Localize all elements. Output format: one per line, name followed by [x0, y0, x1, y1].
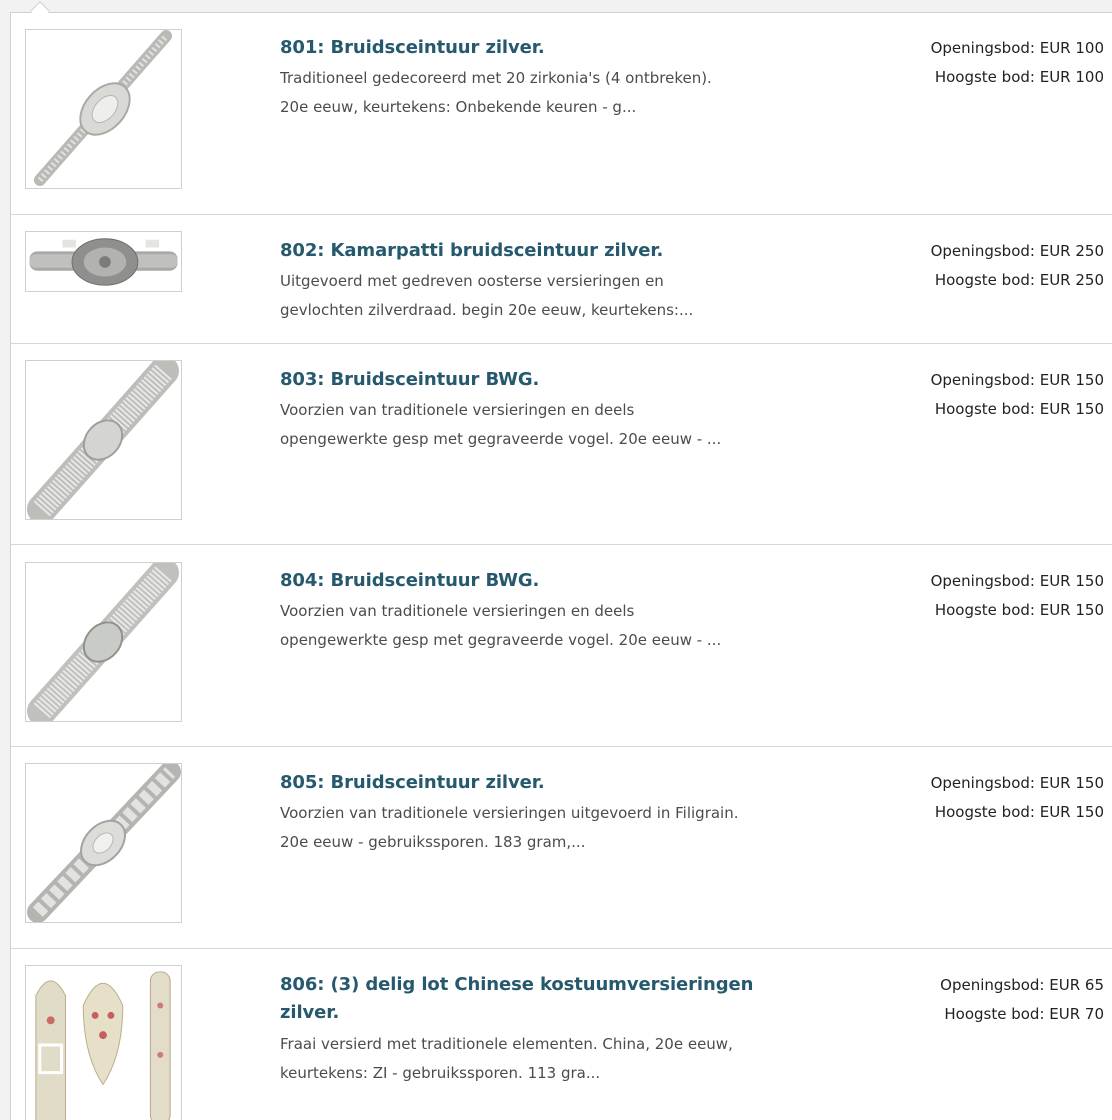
highest-bid: Hoogste bod: EUR 250 — [934, 271, 1104, 289]
lot-item[interactable]: 801: Bruidsceintuur zilver. Traditioneel… — [10, 12, 1112, 215]
opening-bid: Openingsbod: EUR 150 — [930, 774, 1104, 792]
opening-bid: Openingsbod: EUR 65 — [940, 976, 1104, 994]
lot-thumbnail[interactable] — [25, 231, 182, 292]
lot-title[interactable]: 802: Kamarpatti bruidsceintuur zilver. — [280, 237, 800, 265]
lot-item[interactable]: 806: (3) delig lot Chinese kostuumversie… — [10, 949, 1112, 1120]
lot-description: Voorzien van traditionele versieringen u… — [280, 799, 840, 857]
belt-image — [26, 563, 180, 721]
lot-description-line: keurtekens: ZI - gebruikssporen. 113 gra… — [280, 1064, 601, 1082]
lot-thumbnail[interactable] — [25, 360, 182, 520]
lot-description: Voorzien van traditionele versieringen e… — [280, 396, 840, 454]
lot-item[interactable]: 802: Kamarpatti bruidsceintuur zilver. U… — [10, 215, 1112, 344]
belt-image — [33, 30, 173, 187]
lot-description-line: Voorzien van traditionele versieringen u… — [280, 804, 739, 822]
lot-title[interactable]: 805: Bruidsceintuur zilver. — [280, 769, 800, 797]
lot-description-line: opengewerkte gesp met gegraveerde vogel.… — [280, 631, 722, 649]
lot-description: Uitgevoerd met gedreven oosterse versier… — [280, 267, 840, 325]
lot-title[interactable]: 804: Bruidsceintuur BWG. — [280, 567, 800, 595]
highest-bid: Hoogste bod: EUR 70 — [944, 1005, 1104, 1023]
opening-bid: Openingsbod: EUR 150 — [930, 572, 1104, 590]
highest-bid: Hoogste bod: EUR 150 — [934, 601, 1104, 619]
lot-description-line: opengewerkte gesp met gegraveerde vogel.… — [280, 430, 722, 448]
lot-bids: Openingsbod: EUR 250 Hoogste bod: EUR 25… — [931, 237, 1104, 295]
lot-bids: Openingsbod: EUR 150 Hoogste bod: EUR 15… — [931, 769, 1104, 827]
belt-image — [26, 764, 181, 922]
opening-bid: Openingsbod: EUR 150 — [930, 371, 1104, 389]
opening-bid: Openingsbod: EUR 100 — [930, 39, 1104, 57]
lot-item[interactable]: 804: Bruidsceintuur BWG. Voorzien van tr… — [10, 545, 1112, 747]
opening-bid: Openingsbod: EUR 250 — [930, 242, 1104, 260]
lot-description-line: Fraai versierd met traditionele elemente… — [280, 1035, 733, 1053]
highest-bid: Hoogste bod: EUR 150 — [934, 803, 1104, 821]
lot-description: Traditioneel gedecoreerd met 20 zirkonia… — [280, 64, 840, 122]
lot-description-line: Voorzien van traditionele versieringen e… — [280, 602, 635, 620]
lot-description-line: Voorzien van traditionele versieringen e… — [280, 401, 635, 419]
lot-title[interactable]: 803: Bruidsceintuur BWG. — [280, 366, 800, 394]
belt-image — [29, 238, 178, 286]
lot-description-line: 20e eeuw, keurtekens: Onbekende keuren -… — [280, 98, 637, 116]
lot-bids: Openingsbod: EUR 65 Hoogste bod: EUR 70 — [940, 971, 1104, 1029]
lot-description-line: 20e eeuw - gebruikssporen. 183 gram,... — [280, 833, 586, 851]
lot-thumbnail[interactable] — [25, 965, 182, 1120]
lot-description-line: gevlochten zilverdraad. begin 20e eeuw, … — [280, 301, 694, 319]
lot-bids: Openingsbod: EUR 100 Hoogste bod: EUR 10… — [931, 34, 1104, 92]
lot-description-line: Uitgevoerd met gedreven oosterse versier… — [280, 272, 664, 290]
lot-title[interactable]: 806: (3) delig lot Chinese kostuumversie… — [280, 971, 800, 1027]
lot-thumbnail[interactable] — [25, 562, 182, 722]
lot-thumbnail[interactable] — [25, 29, 182, 189]
ornaments-image — [35, 971, 171, 1120]
lot-item[interactable]: 805: Bruidsceintuur zilver. Voorzien van… — [10, 747, 1112, 949]
lot-title[interactable]: 801: Bruidsceintuur zilver. — [280, 34, 800, 62]
lot-bids: Openingsbod: EUR 150 Hoogste bod: EUR 15… — [931, 567, 1104, 625]
lot-title-line[interactable]: 806: (3) delig lot Chinese kostuumversie… — [280, 971, 800, 999]
highest-bid: Hoogste bod: EUR 100 — [934, 68, 1104, 86]
lot-thumbnail[interactable] — [25, 763, 182, 923]
lot-description-line: Traditioneel gedecoreerd met 20 zirkonia… — [280, 69, 712, 87]
lot-bids: Openingsbod: EUR 150 Hoogste bod: EUR 15… — [931, 366, 1104, 424]
lot-item[interactable]: 803: Bruidsceintuur BWG. Voorzien van tr… — [10, 344, 1112, 545]
lot-title-line[interactable]: zilver. — [280, 999, 800, 1027]
belt-image — [26, 361, 180, 519]
lot-description: Voorzien van traditionele versieringen e… — [280, 597, 840, 655]
lot-description: Fraai versierd met traditionele elemente… — [280, 1030, 840, 1088]
highest-bid: Hoogste bod: EUR 150 — [934, 400, 1104, 418]
